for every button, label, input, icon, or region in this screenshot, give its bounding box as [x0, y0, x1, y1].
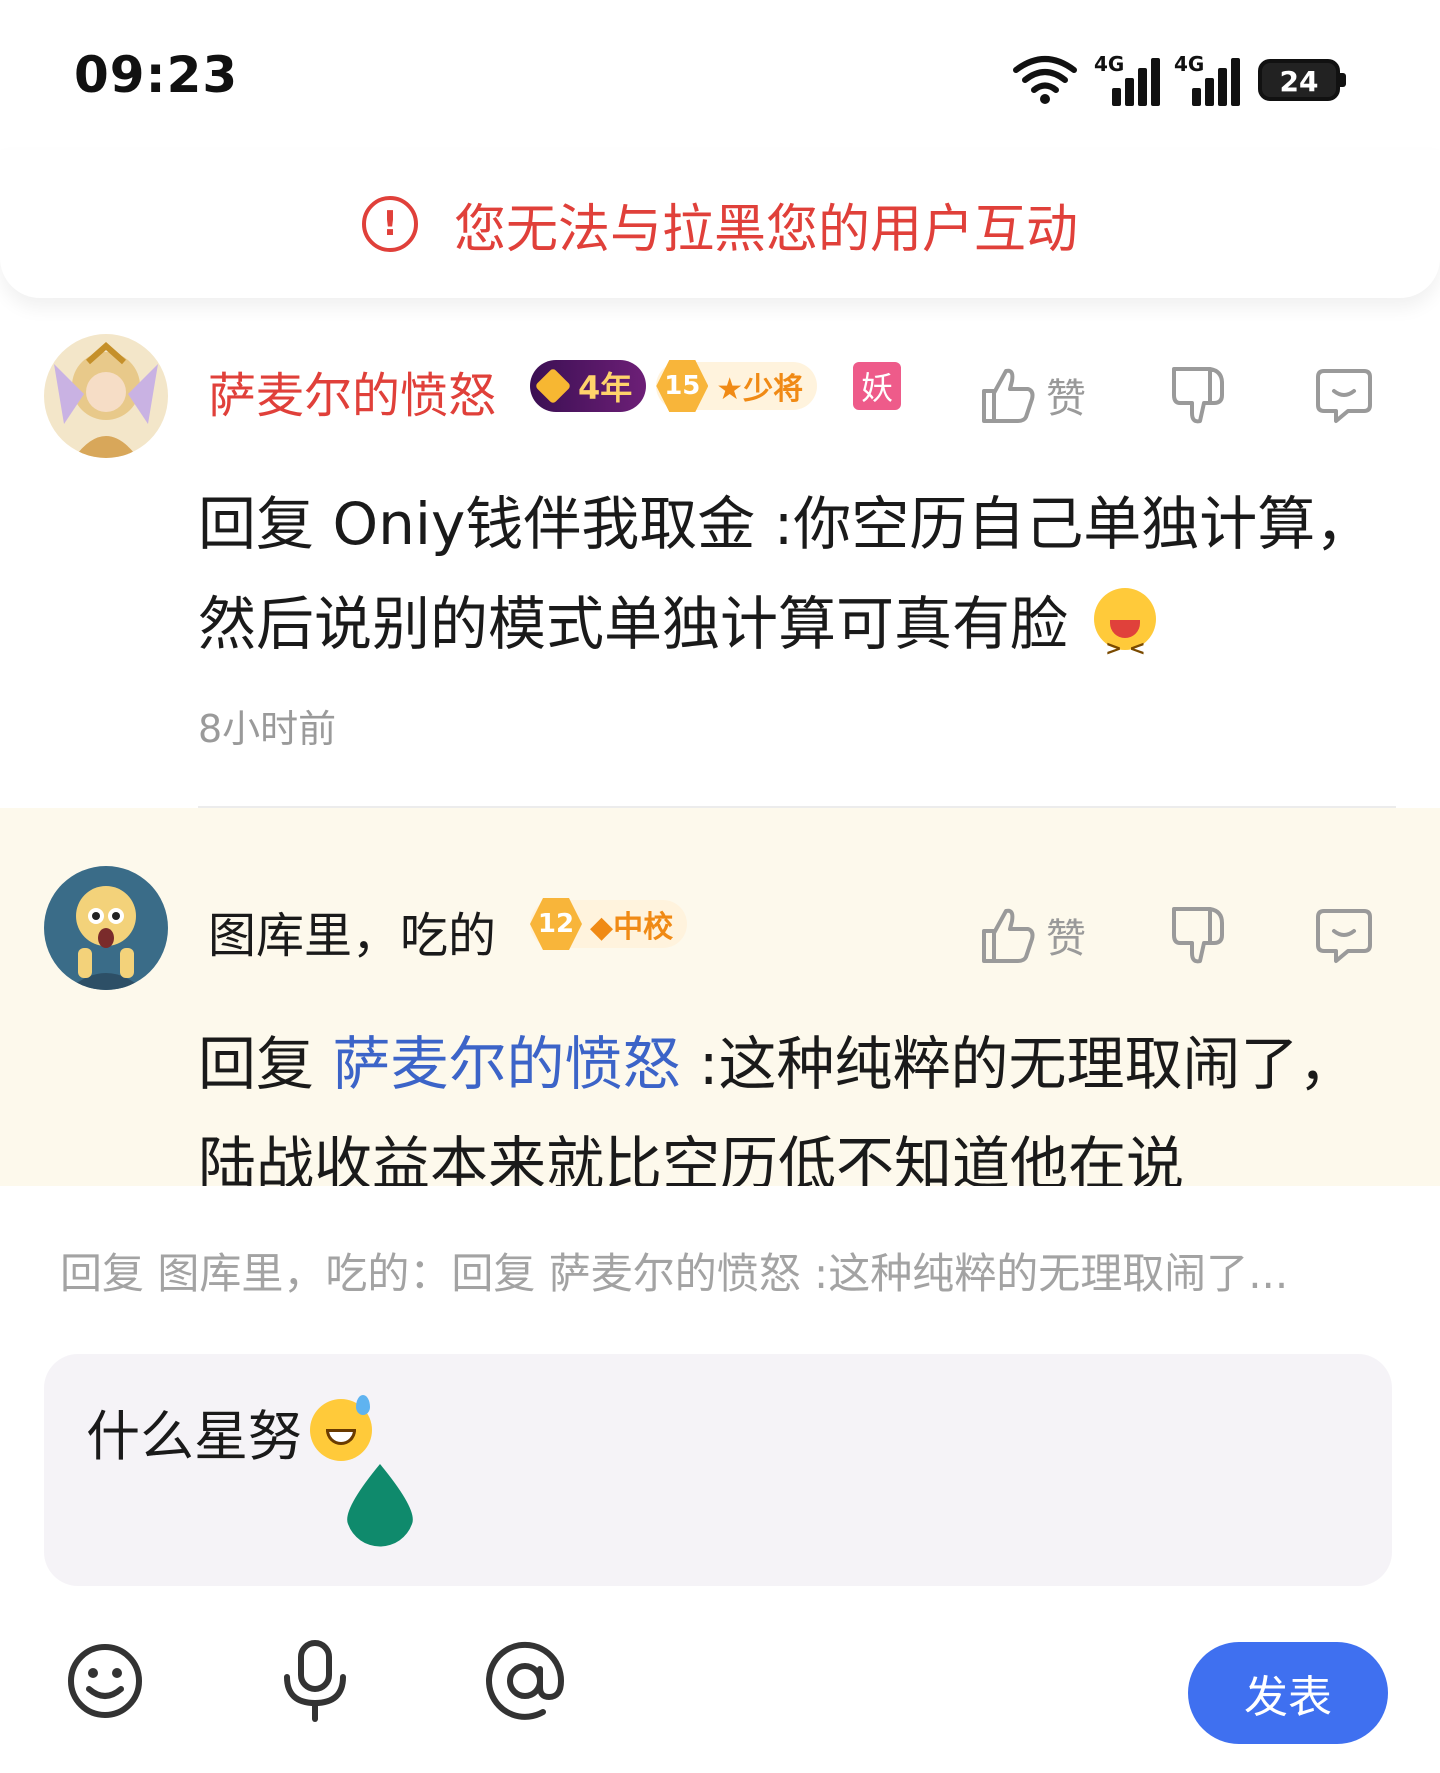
system-icons: 4G 4G 24	[1012, 52, 1346, 108]
blocked-warning-banner: ! 您无法与拉黑您的用户互动	[0, 150, 1440, 298]
signal-1-icon: 4G	[1094, 52, 1160, 106]
special-badge: 妖	[853, 362, 902, 410]
reply-button[interactable]	[1314, 900, 1374, 970]
reply-panel: 回复 图库里，吃的：回复 萨麦尔的愤怒 :这种纯粹的无理取闹了... 什么星努	[0, 1186, 1440, 1773]
username[interactable]: 图库里，吃的	[208, 896, 496, 966]
thumbs-up-icon	[982, 368, 1035, 423]
comment-item-highlighted: 图库里，吃的 12 ◆中校 赞 回复 萨麦尔的愤怒 :这种纯粹的无理取闹了，陆战收…	[0, 808, 1440, 1186]
avatar[interactable]	[44, 334, 168, 458]
dislike-button[interactable]	[1170, 360, 1226, 430]
reply-hint: 回复 图库里，吃的：回复 萨麦尔的愤怒 :这种纯粹的无理取闹了...	[60, 1249, 1289, 1298]
laughing-emoji-icon	[1094, 588, 1157, 698]
level-badge: 12 ◆中校	[530, 898, 688, 950]
reply-input[interactable]: 什么星努	[44, 1354, 1392, 1586]
alert-circle-icon: !	[361, 196, 418, 252]
wifi-icon	[1013, 56, 1077, 104]
comment-bubble-icon	[1316, 369, 1372, 423]
smiley-icon	[68, 1644, 142, 1718]
username[interactable]: 萨麦尔的愤怒	[208, 356, 496, 426]
emoji-button[interactable]	[50, 1626, 160, 1736]
microphone-icon	[284, 1640, 346, 1722]
clock: 09:23	[74, 46, 239, 104]
reply-target[interactable]: 萨麦尔的愤怒	[332, 1030, 680, 1098]
badge-row: 4年 15 ★少将 妖	[530, 360, 902, 412]
like-button[interactable]: 赞	[980, 900, 1086, 970]
status-bar: 09:23 4G 4G 24	[0, 0, 1440, 150]
send-button[interactable]: 发表	[1188, 1642, 1388, 1744]
badge-row: 12 ◆中校	[530, 898, 688, 950]
voice-button[interactable]	[260, 1626, 370, 1736]
battery-icon: 24	[1258, 59, 1346, 101]
comment-bubble-icon	[1316, 909, 1372, 963]
reply-target[interactable]: Oniy钱伴我取金	[314, 490, 774, 558]
input-toolbar: 发表	[0, 1626, 1440, 1766]
comment-actions: 赞	[980, 360, 1380, 430]
comment-text: 回复 萨麦尔的愤怒 :这种纯粹的无理取闹了，陆战收益本来就比空历低不知道他在说	[198, 1030, 1357, 1186]
timestamp: 8小时前	[198, 707, 337, 751]
blocked-warning-text: 您无法与拉黑您的用户互动	[453, 199, 1078, 260]
thumbs-down-icon	[1172, 907, 1224, 964]
dislike-button[interactable]	[1170, 900, 1226, 970]
reply-input-text[interactable]: 什么星努	[86, 1392, 372, 1471]
text-cursor-handle[interactable]	[340, 1462, 420, 1554]
vip-badge: 4年	[530, 360, 647, 412]
comment-text: 回复 Oniy钱伴我取金 :你空历自己单独计算，然后说别的模式单独计算可真有脸	[198, 474, 1398, 698]
avatar[interactable]	[44, 866, 168, 990]
thumbs-down-icon	[1172, 367, 1224, 424]
comment-actions: 赞	[980, 900, 1380, 970]
thumbs-up-icon	[982, 908, 1035, 963]
mention-button[interactable]	[470, 1626, 580, 1736]
comment-item: 萨麦尔的愤怒 4年 15 ★少将 妖 赞 回复 Oniy钱伴我取金 :你空历自己单…	[0, 298, 1440, 808]
sweat-smile-emoji-icon	[310, 1395, 372, 1461]
reply-button[interactable]	[1314, 360, 1374, 430]
signal-2-icon: 4G	[1174, 52, 1240, 106]
at-sign-icon	[486, 1641, 565, 1720]
diamond-icon	[534, 367, 572, 405]
level-badge: 15 ★少将	[656, 360, 818, 412]
like-button[interactable]: 赞	[980, 360, 1086, 430]
